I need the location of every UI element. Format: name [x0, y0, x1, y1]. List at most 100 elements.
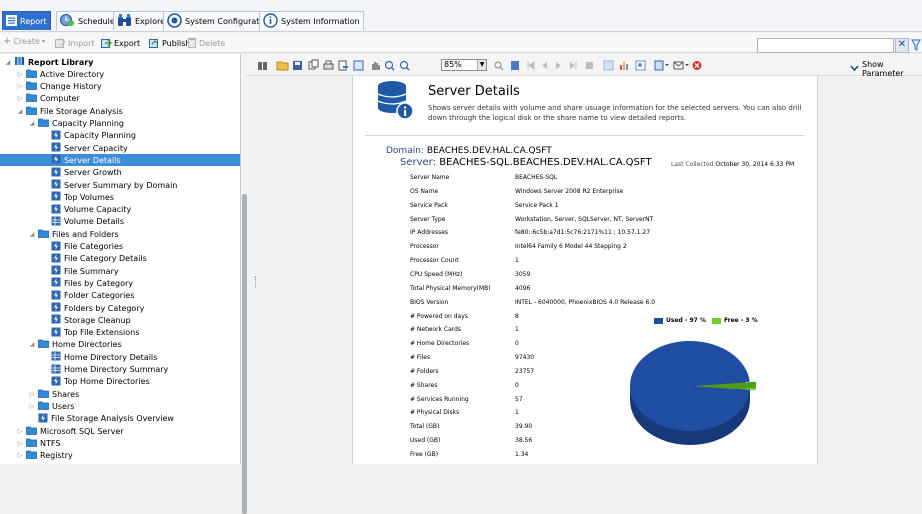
report-icon [51, 167, 61, 179]
tree-item[interactable]: Capacity Planning [42, 130, 136, 142]
publish-button[interactable]: Publish [149, 37, 191, 50]
tree-item[interactable]: Files by Category [42, 277, 133, 289]
filter-icon[interactable] [910, 39, 922, 54]
next-page-icon [556, 62, 561, 69]
field-value: 0 [515, 381, 519, 389]
collapse-arrow-icon[interactable]: ◢ [29, 341, 35, 348]
collapse-arrow-icon[interactable]: ◢ [29, 231, 35, 238]
publish-icon [149, 37, 160, 50]
tab-system-information[interactable]: System Information [259, 11, 364, 30]
tree-item[interactable]: File Summary [42, 265, 119, 277]
tree-item-label: File Storage Analysis Overview [51, 414, 174, 424]
tree-item[interactable]: ▷ Active Directory [17, 68, 104, 80]
report-icon [51, 204, 61, 216]
tab-schedule[interactable]: Schedule [56, 11, 119, 30]
trash-icon [187, 37, 197, 50]
binoculars-icon [258, 62, 267, 70]
tree-item[interactable]: Folders by Category [42, 302, 144, 314]
export-button[interactable]: Export [101, 37, 140, 50]
disk-usage-pie-chart[interactable] [618, 334, 778, 459]
tree-item-label: Server Details [64, 155, 121, 165]
tree-item[interactable]: File Storage Analysis Overview [29, 413, 174, 425]
tree-item[interactable]: ▷ Change History [17, 81, 102, 93]
server-line: Server: BEACHES-SQL.BEACHES.DEV.HAL.CA.Q… [400, 157, 652, 168]
tree-item[interactable]: Home Directory Details [42, 351, 157, 363]
tree-item[interactable]: Server Capacity [42, 142, 128, 154]
field-value: 1 [515, 409, 519, 417]
clear-search-button[interactable]: ✕ [895, 38, 909, 53]
tree-item[interactable]: Server Details [0, 154, 240, 167]
domain-value: BEACHES.DEV.HAL.CA.QSFT [426, 146, 552, 156]
collapse-arrow-icon[interactable]: ◢ [29, 120, 35, 127]
tree-item[interactable]: ◢ Home Directories [29, 339, 122, 351]
tree-item[interactable]: ◢ Capacity Planning [29, 118, 124, 130]
field-label: Total (GB) [410, 423, 440, 431]
tree-item[interactable]: Server Growth [42, 167, 122, 179]
delete-button[interactable]: Delete [187, 37, 225, 50]
tree-item-label: Folder Categories [64, 291, 135, 301]
tree-item[interactable]: ▷ Computer [17, 93, 80, 105]
zoom-select[interactable]: 85% ▼ [441, 59, 487, 71]
viewer-toolbar: 85% ▼ Show Parameter [247, 54, 922, 78]
tree-item[interactable]: File Category Details [42, 253, 147, 265]
tree-item-label: Top File Extensions [64, 328, 140, 338]
report-icon [51, 154, 61, 166]
tree-item[interactable]: Home Directory Summary [42, 364, 168, 376]
export-menu-icon [654, 60, 669, 71]
collapse-arrow-icon[interactable]: ◢ [5, 59, 11, 66]
field-label: Server Type [410, 215, 446, 223]
field-value: fe80::6c5b:a7d1:5c76:2171%11 ; 10.57.1.2… [515, 229, 651, 237]
tree-item[interactable]: ▷ Shares [29, 388, 79, 400]
expand-arrow-icon[interactable]: ▷ [29, 391, 35, 398]
grid-report-icon [51, 364, 61, 376]
expand-arrow-icon[interactable]: ▷ [17, 83, 23, 90]
tree-item[interactable]: Volume Capacity [42, 204, 131, 216]
tree-item[interactable]: Folder Categories [42, 290, 134, 302]
import-button[interactable]: Import [55, 37, 95, 50]
tree-item[interactable]: ▷ Microsoft SQL Server [17, 425, 124, 437]
zoom-out-icon [399, 60, 410, 71]
tree-item[interactable]: Storage Cleanup [42, 314, 131, 326]
expand-arrow-icon[interactable]: ▷ [17, 428, 23, 435]
tab-report[interactable]: Report [2, 11, 51, 30]
tree-item[interactable]: Top File Extensions [42, 327, 139, 339]
report-icon [51, 130, 61, 142]
folder-icon [38, 118, 49, 129]
create-button[interactable]: + Create ▾ [3, 36, 45, 46]
expand-arrow-icon[interactable]: ▷ [17, 71, 23, 78]
report-icon [51, 142, 61, 154]
field-value: 39.90 [515, 423, 533, 431]
tree-item[interactable]: ▷ Registry [17, 450, 73, 462]
expand-arrow-icon[interactable]: ▷ [17, 452, 23, 459]
collapse-arrow-icon[interactable]: ◢ [17, 108, 23, 115]
tree-item[interactable]: File Categories [42, 241, 123, 253]
tab-explore[interactable]: Explore [113, 11, 170, 30]
expand-arrow-icon[interactable]: ▷ [17, 440, 23, 447]
last-collected: Last Collected:October 30, 2014 6:33 PM [671, 161, 794, 168]
splitter-handle[interactable] [255, 276, 257, 288]
folder-icon [26, 93, 37, 104]
tree-item[interactable]: Top Home Directories [42, 376, 150, 388]
tree-item[interactable]: Volume Details [42, 216, 124, 228]
folder-icon [38, 339, 49, 350]
field-label: Free (GB) [410, 451, 439, 458]
tree-item[interactable]: Server Summary by Domain [42, 179, 177, 191]
viewer-navigation-buttons[interactable] [494, 59, 704, 72]
field-value: 23757 [515, 367, 535, 375]
tree-item[interactable]: ◢ Report Library [5, 56, 93, 68]
field-value: Service Pack 1 [515, 201, 559, 209]
expand-arrow-icon[interactable]: ▷ [17, 95, 23, 102]
expand-arrow-icon[interactable]: ▷ [29, 403, 35, 410]
tree-item-label: Capacity Planning [52, 119, 124, 128]
viewer-toolbar-buttons[interactable] [257, 59, 437, 72]
tree-item[interactable]: ◢ Files and Folders [29, 228, 119, 240]
tree-item-label: Users [52, 401, 75, 411]
tree-item[interactable]: ◢ File Storage Analysis [17, 105, 123, 117]
last-collected-label: Last Collected: [671, 161, 716, 168]
list-icon [6, 14, 17, 28]
tree-item[interactable]: ▷ NTFS [17, 437, 60, 449]
field-label: # Services Running [410, 395, 469, 403]
tree-item[interactable]: ▷ Users [29, 400, 74, 412]
search-input[interactable] [757, 38, 894, 53]
tree-item[interactable]: Top Volumes [42, 191, 114, 203]
